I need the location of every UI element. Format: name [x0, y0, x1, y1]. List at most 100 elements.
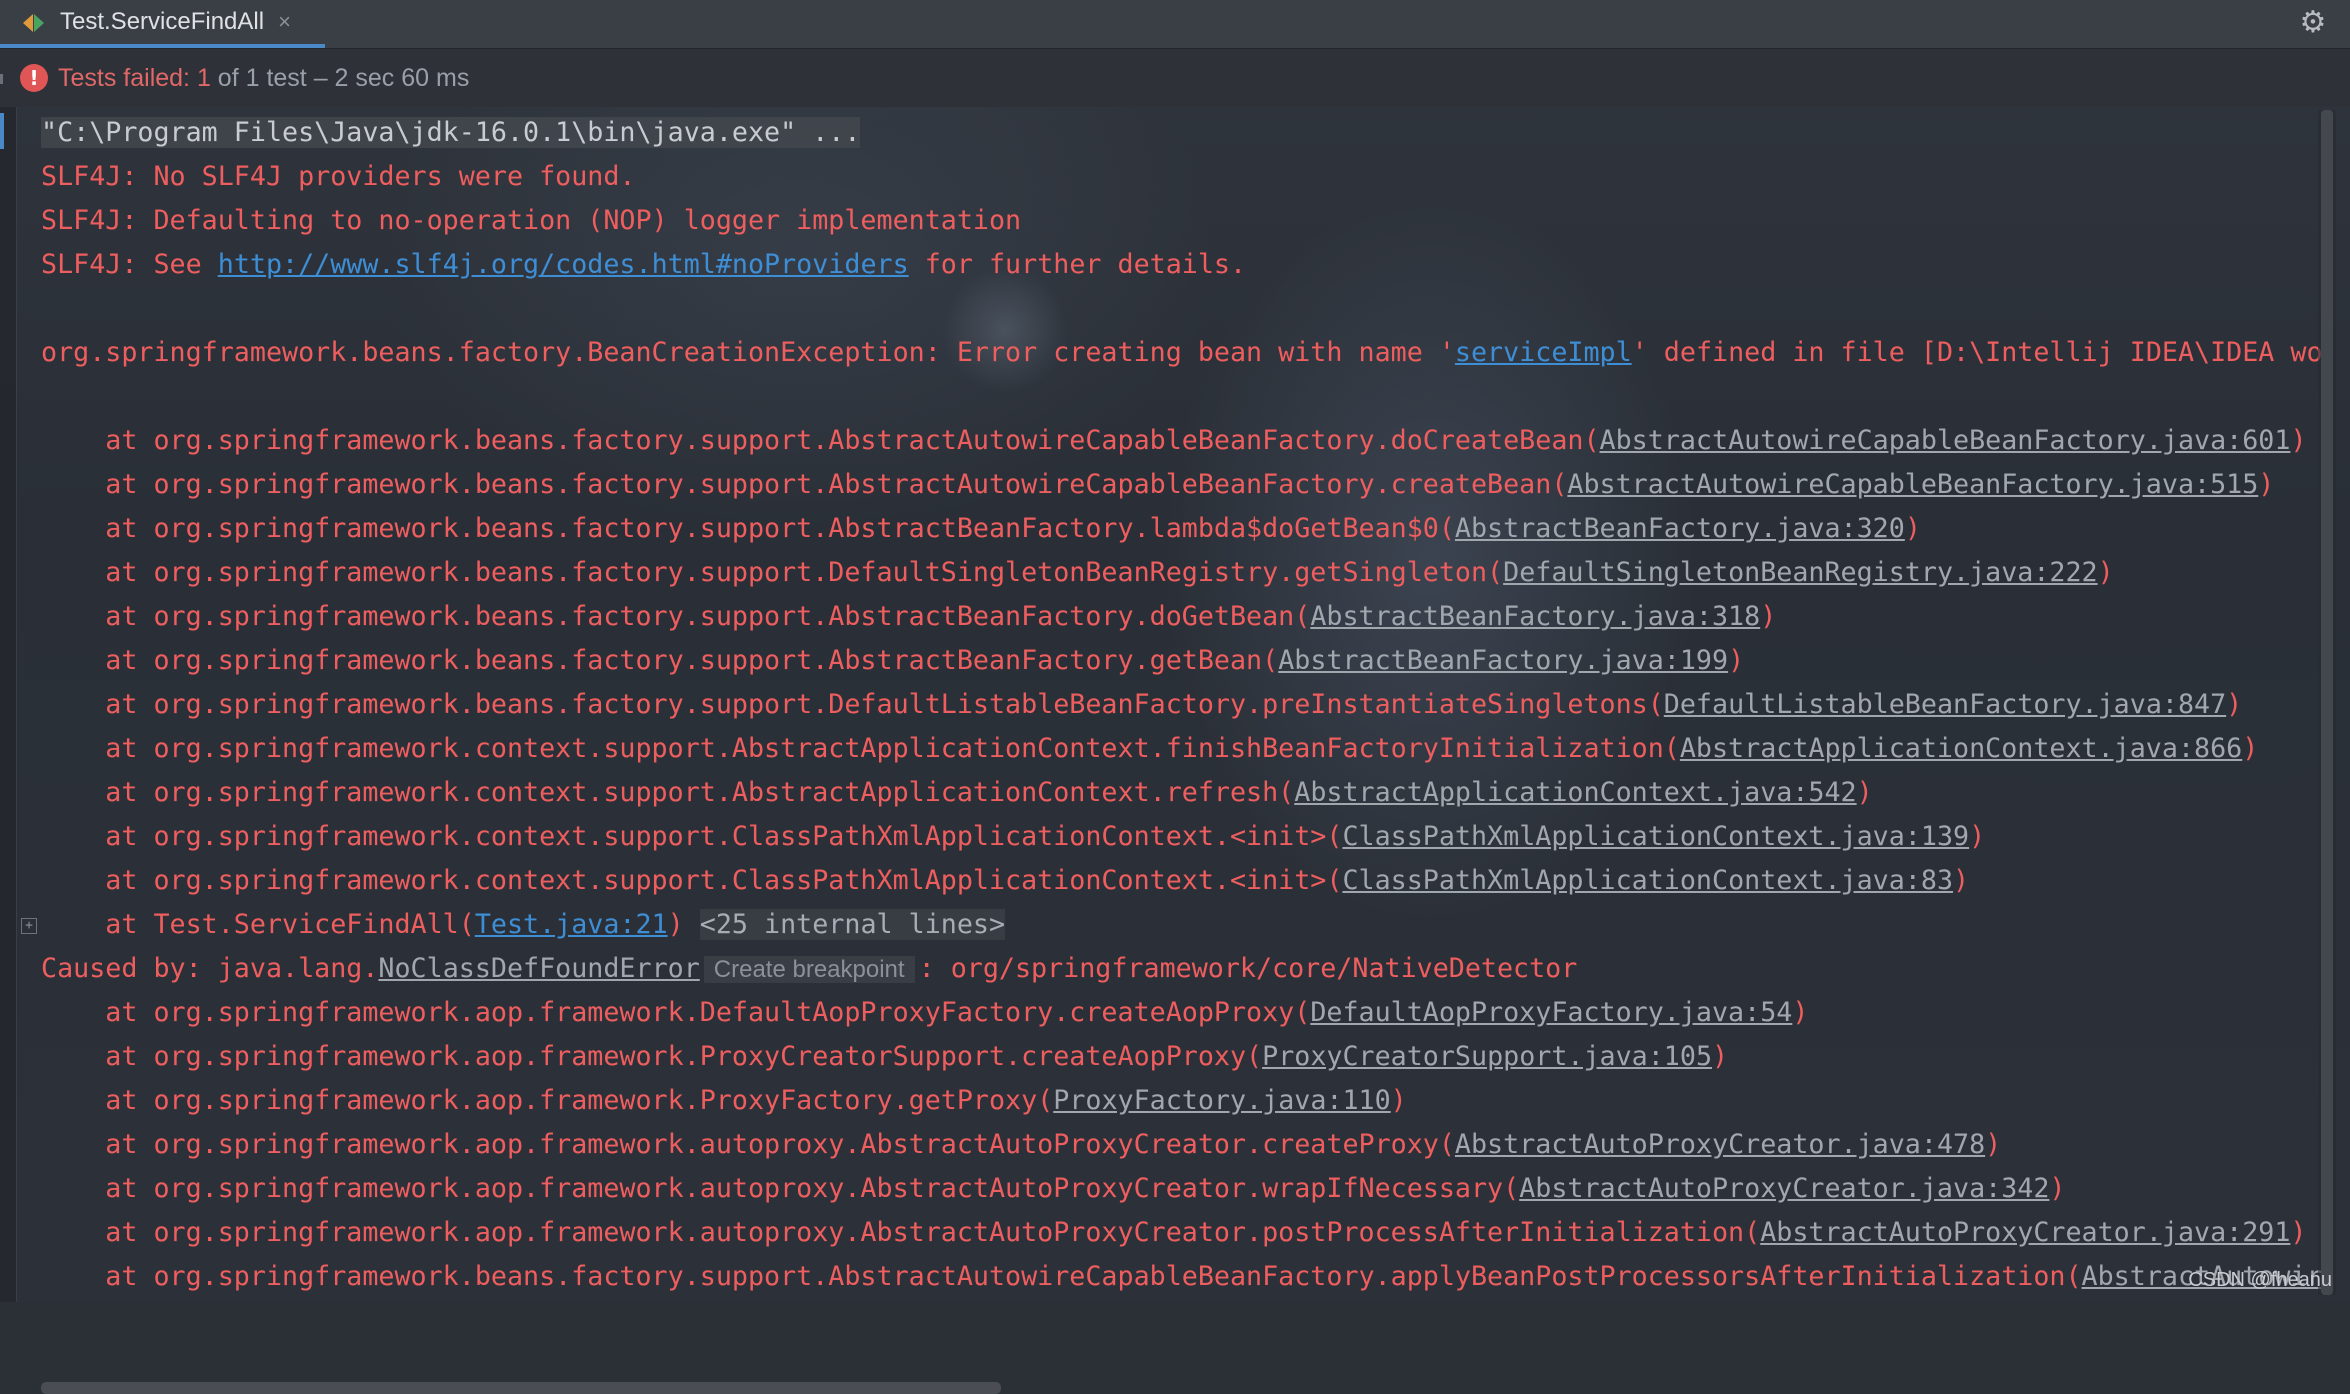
source-file-link[interactable]: ProxyFactory.java:110 — [1053, 1085, 1390, 1116]
vertical-scrollbar[interactable] — [2318, 110, 2336, 1295]
stack-frame-end: ) — [1390, 1085, 1407, 1116]
serviceimpl-link[interactable]: serviceImpl — [1455, 337, 1632, 368]
stack-frame-line: at org.springframework.beans.factory.sup… — [41, 419, 2321, 463]
expand-internal-lines-icon[interactable]: + — [21, 918, 37, 934]
console-line: at Test.ServiceFindAll(Test.java:21) <25… — [41, 903, 2321, 947]
stack-frame-line: at org.springframework.beans.factory.sup… — [41, 463, 2321, 507]
caused-by-text: : org/springframework/core/NativeDetecto… — [918, 953, 1578, 984]
stack-frame-line: at org.springframework.context.support.C… — [41, 815, 2321, 859]
console-line: "C:\Program Files\Java\jdk-16.0.1\bin\ja… — [41, 111, 2321, 155]
stack-frame-line: at org.springframework.aop.framework.Pro… — [41, 1079, 2321, 1123]
console-text: SLF4J: See — [41, 249, 218, 280]
slf4j-link[interactable]: http://www.slf4j.org/codes.html#noProvid… — [218, 249, 909, 280]
watermark: CSDN @fheanu — [2188, 1269, 2332, 1291]
stack-frame-end: ) — [1953, 865, 1970, 896]
stack-frame-text: at org.springframework.beans.factory.sup… — [41, 557, 1504, 588]
stack-frame-text: at org.springframework.beans.factory.sup… — [41, 469, 1568, 500]
stack-frame-end: ) — [2290, 1217, 2307, 1248]
stack-frame-line: at org.springframework.aop.framework.Def… — [41, 991, 2321, 1035]
stack-frame-line: at org.springframework.context.support.A… — [41, 727, 2321, 771]
console-line: Caused by: java.lang.NoClassDefFoundErro… — [41, 947, 2321, 991]
noclassdeffounderror-link[interactable]: NoClassDefFoundError — [378, 953, 699, 984]
stack-frame-end: ) — [1760, 601, 1777, 632]
console-output[interactable]: + "C:\Program Files\Java\jdk-16.0.1\bin\… — [0, 107, 2350, 1394]
source-file-link[interactable]: AbstractApplicationContext.java:542 — [1294, 777, 1856, 808]
error-icon: ! — [20, 64, 48, 92]
console-line: SLF4J: See http://www.slf4j.org/codes.ht… — [41, 243, 2321, 287]
test-status-bar: ! Tests failed: 1 of 1 test – 2 sec 60 m… — [0, 49, 2350, 107]
caused-by-text: Caused by: java.lang. — [41, 953, 379, 984]
gear-icon[interactable]: ⚙ — [2296, 6, 2330, 40]
exception-text: org.springframework.beans.factory.BeanCr… — [41, 337, 1455, 368]
stack-frame-text: at org.springframework.beans.factory.sup… — [41, 689, 1664, 720]
stack-frame-end: ) — [2049, 1173, 2066, 1204]
stack-frame-end: ) — [1712, 1041, 1729, 1072]
stack-trace-1: at org.springframework.beans.factory.sup… — [41, 419, 2321, 903]
exception-text: ' defined in file [D:\Intellij IDEA\IDEA… — [1631, 337, 2321, 368]
stack-frame-line: at org.springframework.beans.factory.sup… — [41, 683, 2321, 727]
horizontal-scrollbar[interactable] — [41, 1382, 1001, 1394]
stack-frame-end: ) — [2242, 733, 2259, 764]
close-icon[interactable]: × — [278, 9, 291, 35]
stack-frame-end: ) — [1856, 777, 1873, 808]
stack-frame-text: at org.springframework.aop.framework.aut… — [41, 1217, 1761, 1248]
stack-frame-line: at org.springframework.aop.framework.aut… — [41, 1123, 2321, 1167]
internal-lines-fold[interactable]: <25 internal lines> — [699, 909, 1006, 940]
stack-frame-text: at org.springframework.beans.factory.sup… — [41, 513, 1455, 544]
test-status-text: Tests failed: 1 of 1 test – 2 sec 60 ms — [58, 64, 469, 93]
console-line: SLF4J: Defaulting to no-operation (NOP) … — [41, 205, 1022, 236]
stack-frame-end: ) — [2290, 425, 2307, 456]
stack-frame-line: at org.springframework.context.support.A… — [41, 771, 2321, 815]
stack-frame-text: at org.springframework.aop.framework.aut… — [41, 1129, 1455, 1160]
stack-frame-line: at org.springframework.beans.factory.sup… — [41, 1255, 2321, 1299]
source-file-link[interactable]: DefaultSingletonBeanRegistry.java:222 — [1503, 557, 2098, 588]
source-file-link[interactable]: ProxyCreatorSupport.java:105 — [1262, 1041, 1712, 1072]
stack-frame-end: ) — [1792, 997, 1809, 1028]
source-file-link[interactable]: AbstractAutowireCapableBeanFactory.java:… — [1567, 469, 2258, 500]
source-file-link[interactable]: DefaultAopProxyFactory.java:54 — [1310, 997, 1792, 1028]
stack-frame-text: at org.springframework.beans.factory.sup… — [41, 645, 1279, 676]
source-file-link[interactable]: AbstractAutoProxyCreator.java:291 — [1760, 1217, 2290, 1248]
scrollbar-thumb[interactable] — [2321, 110, 2333, 1295]
console-lines: "C:\Program Files\Java\jdk-16.0.1\bin\ja… — [41, 111, 2321, 1301]
stack-frame-end: ) — [2258, 469, 2275, 500]
source-file-link[interactable]: ClassPathXmlApplicationContext.java:139 — [1342, 821, 1969, 852]
stack-frame-line: at org.springframework.aop.framework.aut… — [41, 1211, 2321, 1255]
stack-frame-end: ) — [2226, 689, 2243, 720]
stack-frame-text: at org.springframework.beans.factory.sup… — [41, 1261, 2082, 1292]
source-file-link[interactable]: AbstractAutoProxyCreator.java:478 — [1455, 1129, 1985, 1160]
stack-frame-text: at org.springframework.aop.framework.Pro… — [41, 1085, 1054, 1116]
stack-frame-end: ) — [1969, 821, 1986, 852]
console-text: for further details. — [908, 249, 1247, 280]
stack-frame-text: at org.springframework.beans.factory.sup… — [41, 601, 1311, 632]
tab-label: Test.ServiceFindAll — [60, 8, 265, 35]
stack-frame-line: at org.springframework.beans.factory.sup… — [41, 507, 2321, 551]
source-file-link[interactable]: AbstractAutowireCapableBeanFactory.java:… — [1600, 425, 2291, 456]
test-summary: of 1 test – 2 sec 60 ms — [210, 63, 470, 92]
tab-test-servicefindall[interactable]: Test.ServiceFindAll × — [0, 0, 325, 48]
console-line: org.springframework.beans.factory.BeanCr… — [41, 331, 2321, 375]
stack-frame-line: at org.springframework.context.support.C… — [41, 859, 2321, 903]
stack-text: ) — [667, 909, 700, 940]
command-line[interactable]: "C:\Program Files\Java\jdk-16.0.1\bin\ja… — [41, 117, 861, 148]
stack-frame-text: at org.springframework.context.support.C… — [41, 865, 1343, 896]
source-file-link[interactable]: DefaultListableBeanFactory.java:847 — [1664, 689, 2226, 720]
stack-frame-line: at org.springframework.beans.factory.sup… — [41, 551, 2321, 595]
source-file-link[interactable]: ClassPathXmlApplicationContext.java:83 — [1342, 865, 1953, 896]
collapse-handle[interactable] — [0, 74, 3, 84]
source-file-link[interactable]: AbstractAutoProxyCreator.java:342 — [1519, 1173, 2049, 1204]
test-run-icon — [20, 7, 50, 37]
source-file-link[interactable]: AbstractBeanFactory.java:199 — [1278, 645, 1728, 676]
create-breakpoint-button[interactable]: Create breakpoint — [703, 956, 915, 983]
test-java-link[interactable]: Test.java:21 — [475, 909, 668, 940]
stack-frame-text: at org.springframework.context.support.A… — [41, 733, 1680, 764]
source-file-link[interactable]: AbstractBeanFactory.java:320 — [1455, 513, 1905, 544]
source-file-link[interactable]: AbstractApplicationContext.java:866 — [1680, 733, 2242, 764]
source-file-link[interactable]: AbstractBeanFactory.java:318 — [1310, 601, 1760, 632]
stack-frame-end: ) — [1985, 1129, 2002, 1160]
stack-text: at Test.ServiceFindAll( — [41, 909, 475, 940]
stack-frame-line: at org.springframework.aop.framework.Pro… — [41, 1035, 2321, 1079]
stack-frame-text: at org.springframework.aop.framework.aut… — [41, 1173, 1520, 1204]
